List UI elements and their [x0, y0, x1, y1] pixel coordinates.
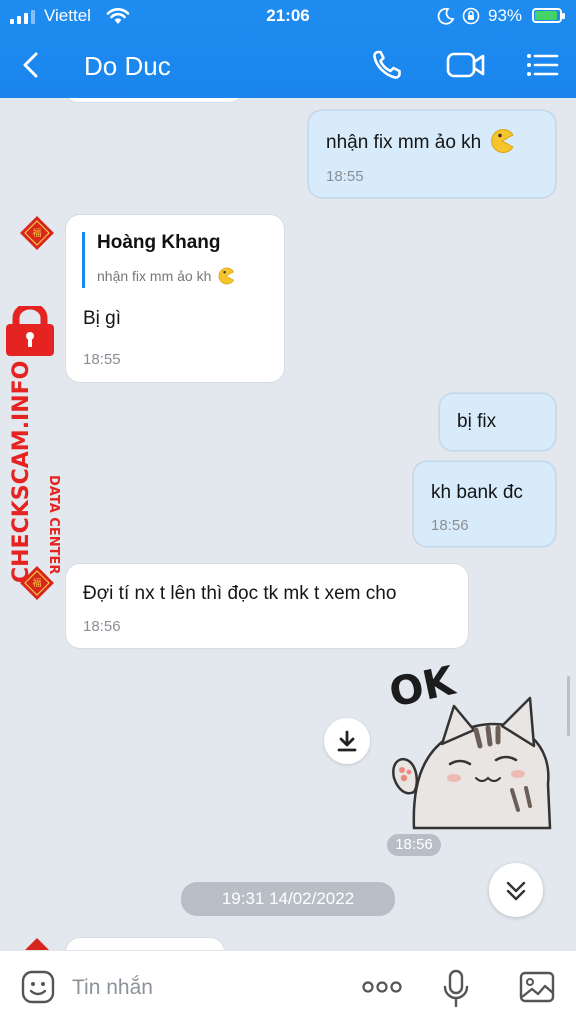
message-time: 18:56	[431, 517, 469, 534]
battery-level-fill	[535, 11, 557, 20]
download-icon	[337, 730, 357, 752]
pacman-emoji-icon	[218, 267, 235, 285]
status-bar: Viettel 21:06 93%	[0, 0, 576, 32]
message-time: 18:55	[83, 351, 121, 368]
cat-sticker-image: OK	[385, 658, 552, 830]
microphone-icon[interactable]	[440, 969, 472, 1009]
message-text: bị fix	[457, 411, 497, 432]
message-time: 18:56	[387, 834, 441, 856]
do-not-disturb-icon	[437, 7, 455, 25]
video-call-icon[interactable]	[446, 48, 486, 82]
quote-text: nhận fix mm ảo kh	[97, 267, 235, 285]
double-chevron-down-icon	[506, 881, 526, 901]
svg-text:福: 福	[32, 227, 41, 239]
message-bubble-outgoing[interactable]: bị fix	[439, 393, 556, 451]
message-text: nhận fix mm ảo kh	[326, 129, 515, 154]
chat-messages-area[interactable]: nhận fix mm ảo kh 18:55 福 Hoàng Khang nh…	[0, 98, 576, 950]
message-bubble-partial[interactable]	[66, 938, 224, 950]
download-sticker-button[interactable]	[324, 718, 370, 764]
message-time: 18:56	[83, 618, 121, 635]
image-icon[interactable]	[518, 969, 556, 1005]
message-text: Bị gì	[83, 308, 122, 329]
message-text: kh bank đc	[431, 482, 523, 503]
sticker-ok-text: OK	[385, 660, 460, 717]
pacman-emoji-icon	[490, 129, 514, 153]
message-bubble-outgoing[interactable]: kh bank đc 18:56	[413, 461, 556, 547]
svg-text:CHECKSCAM.INFO: CHECKSCAM.INFO	[9, 361, 34, 583]
battery-icon	[532, 8, 565, 23]
message-input[interactable]: Tin nhắn	[72, 976, 153, 1000]
reply-quote[interactable]: Hoàng Khang nhận fix mm ảo kh	[82, 232, 235, 288]
checkscam-lock-logo	[6, 306, 54, 356]
phone-icon[interactable]	[370, 48, 406, 82]
sticker-emoji-icon[interactable]	[20, 969, 56, 1005]
contact-name[interactable]: Do Duc	[84, 51, 171, 82]
svg-text:DATA CENTER: DATA CENTER	[46, 475, 61, 574]
message-bubble-partial[interactable]	[66, 98, 242, 102]
contact-avatar[interactable]	[18, 936, 56, 950]
menu-list-icon[interactable]	[524, 48, 560, 82]
contact-avatar[interactable]: 福	[18, 214, 56, 252]
quote-sender-name: Hoàng Khang	[97, 232, 221, 253]
chat-scrollbar[interactable]	[567, 676, 570, 736]
message-bubble-outgoing[interactable]: nhận fix mm ảo kh 18:55	[308, 110, 556, 198]
chat-header: Do Duc	[0, 32, 576, 98]
scroll-to-bottom-button[interactable]	[489, 863, 543, 917]
watermark-text: CHECKSCAM.INFO DATA CENTER	[9, 361, 61, 583]
rotation-lock-icon	[462, 7, 480, 25]
message-bubble-incoming[interactable]: Đợi tí nx t lên thì đọc tk mk t xem cho …	[66, 564, 468, 648]
message-text: Đợi tí nx t lên thì đọc tk mk t xem cho	[83, 583, 397, 604]
back-arrow-icon[interactable]	[14, 48, 48, 82]
message-composer: Tin nhắn	[0, 950, 576, 1024]
message-time: 18:55	[326, 168, 364, 185]
date-separator: 19:31 14/02/2022	[181, 882, 395, 916]
ok-cat-sticker[interactable]: OK	[384, 658, 556, 830]
top-bar: Viettel 21:06 93% Do Duc	[0, 0, 576, 98]
more-dots-icon[interactable]	[360, 975, 404, 999]
battery-percent: 93%	[488, 6, 523, 25]
message-bubble-incoming[interactable]: Hoàng Khang nhận fix mm ảo kh Bị gì 18:5…	[66, 215, 284, 382]
